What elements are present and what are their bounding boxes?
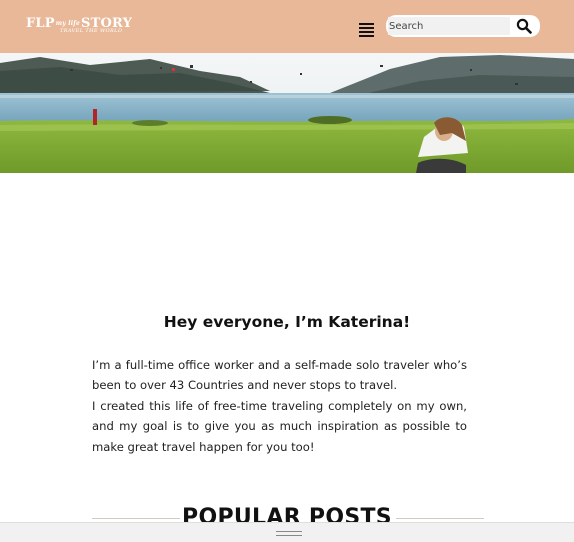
intro-text: I’m a full-time office worker and a self… [92,355,467,457]
intro-paragraph-1: I’m a full-time office worker and a self… [92,358,467,393]
site-logo[interactable]: FLPmy lifeSTORY TRAVEL THE WORLD [26,16,132,38]
drag-handle-icon[interactable] [276,531,302,537]
hero-image [0,53,574,173]
logo-tagline: TRAVEL THE WORLD [60,28,123,34]
logo-middle: my life [55,20,81,27]
search-icon[interactable] [516,18,532,34]
hero-landscape-image [0,53,574,173]
intro-paragraph-2: I created this life of free-time traveli… [92,398,467,454]
search-input[interactable] [388,17,510,35]
site-header: FLPmy lifeSTORY TRAVEL THE WORLD [0,0,574,53]
hamburger-menu-icon[interactable] [359,23,374,38]
search-box [386,15,540,37]
bottom-bar [0,522,574,542]
logo-left: FLP [26,16,55,31]
intro-title: Hey everyone, I’m Katerina! [163,313,411,331]
